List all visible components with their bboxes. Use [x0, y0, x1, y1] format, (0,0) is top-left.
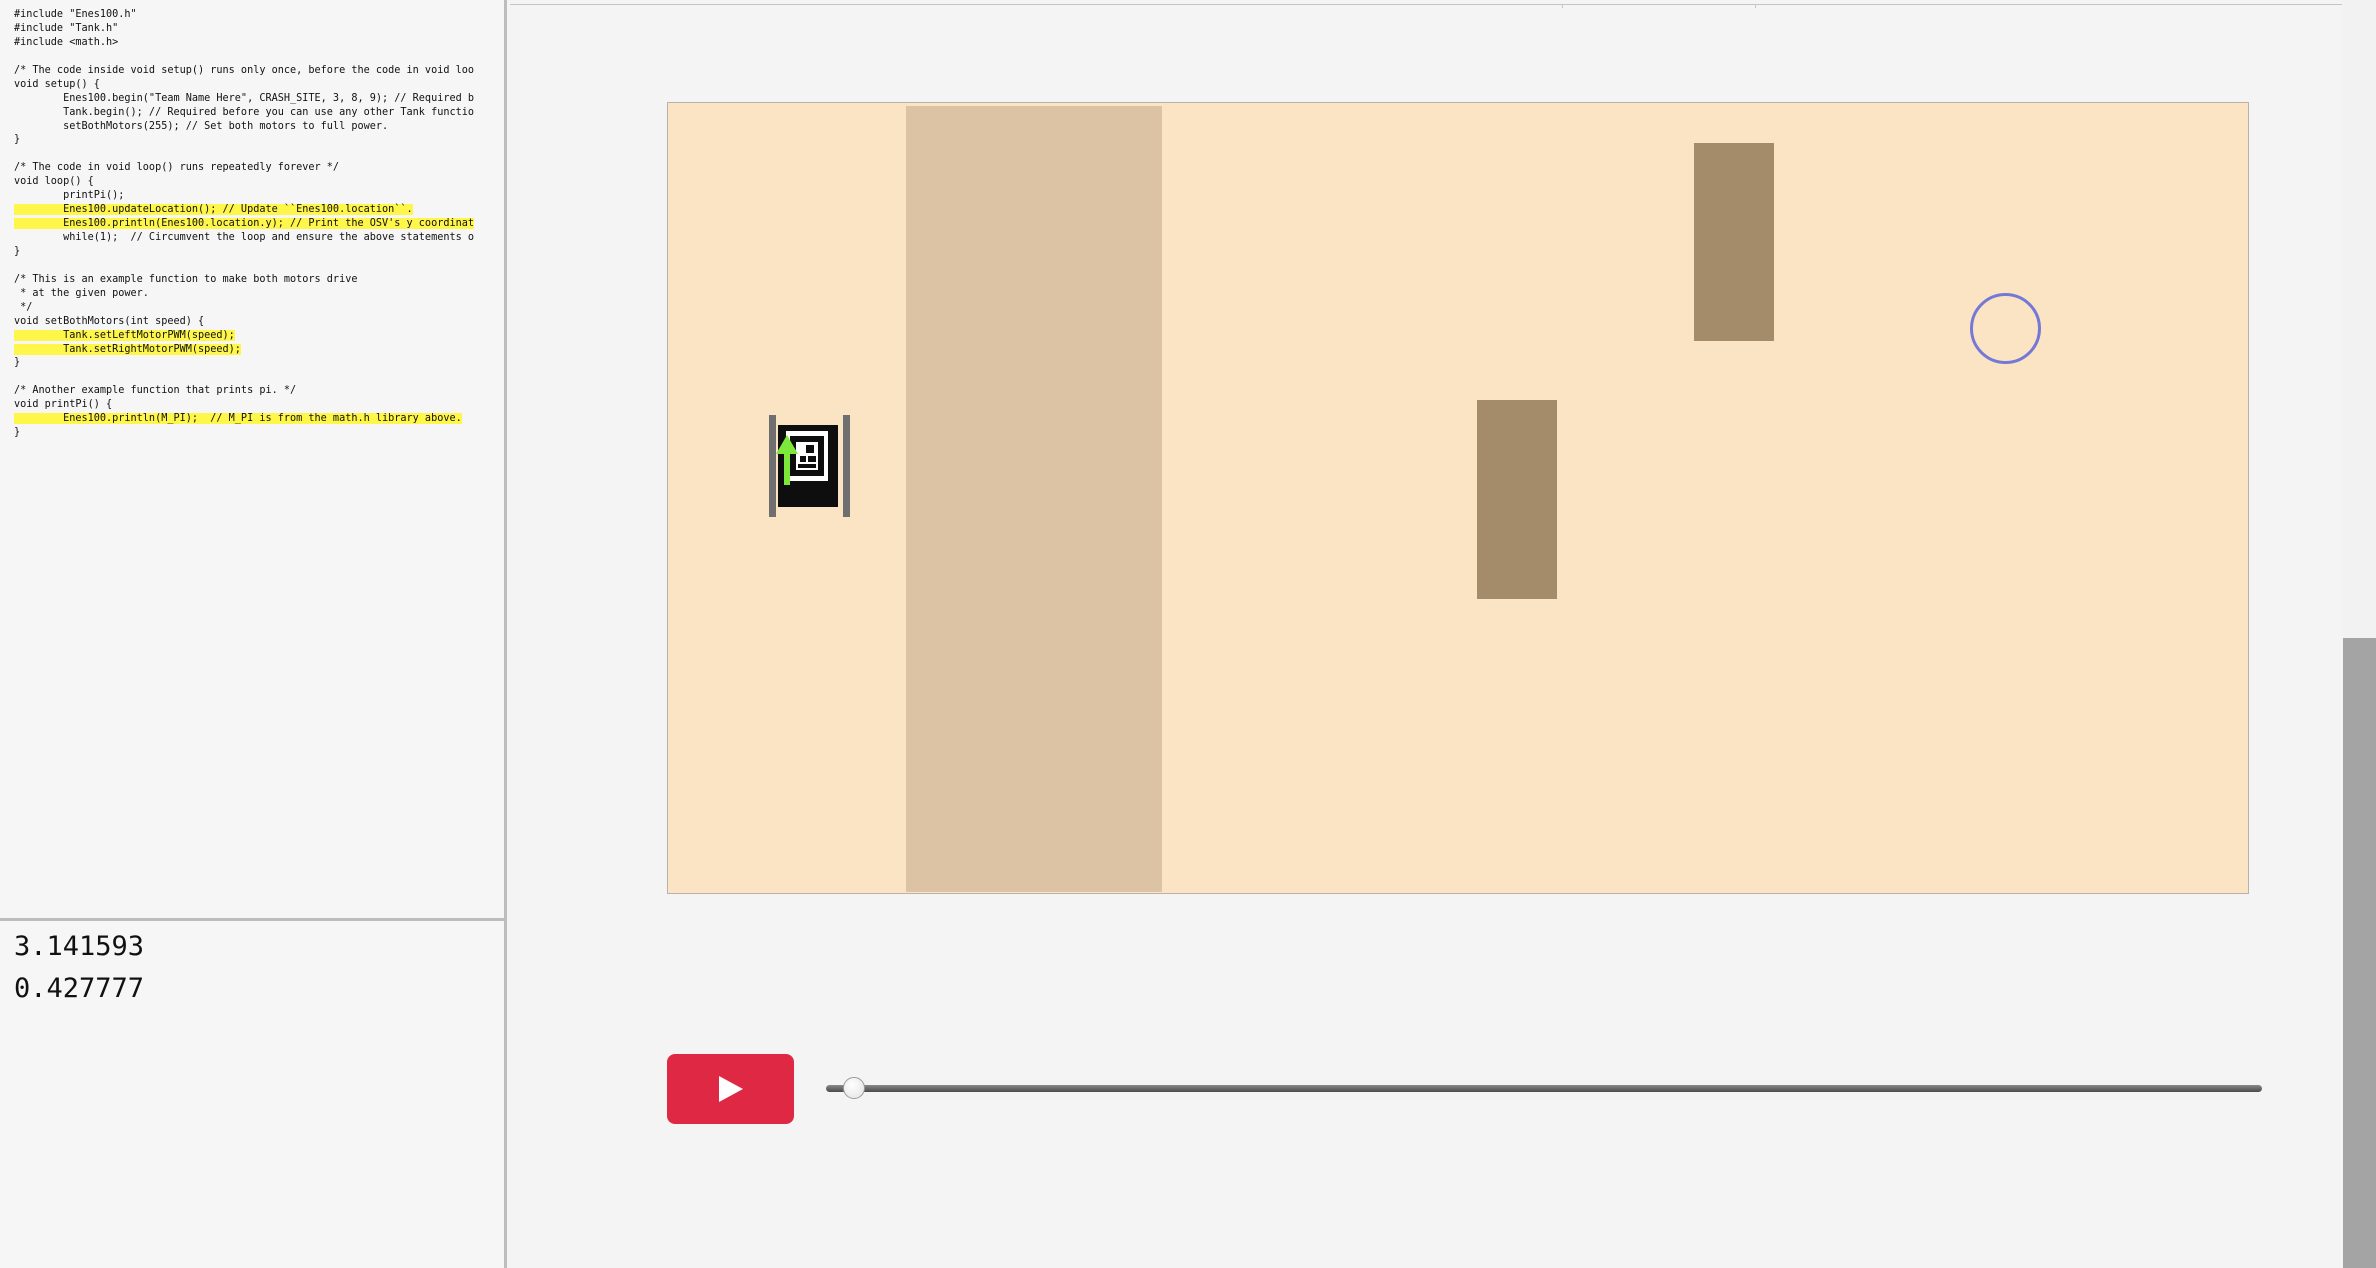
- code-line: void printPi() {: [14, 398, 474, 412]
- code-line-text: /* The code in void loop() runs repeated…: [14, 162, 340, 174]
- output-line: 0.427777: [14, 973, 145, 1004]
- code-line-text: Enes100.println(Enes100.location.y); // …: [14, 218, 474, 230]
- code-line-text: Tank.setLeftMotorPWM(speed);: [14, 329, 235, 341]
- code-line-text: void setup() {: [14, 78, 100, 90]
- playback-slider-thumb[interactable]: [843, 1077, 866, 1099]
- output-line: 3.141593: [14, 931, 145, 962]
- top-divider-tick: [1562, 4, 1563, 8]
- code-line-text: }: [14, 357, 21, 369]
- code-line: #include "Enes100.h": [14, 8, 474, 22]
- code-line: /* The code inside void setup() runs onl…: [14, 64, 474, 78]
- obstacle: [1477, 400, 1557, 599]
- arena: [667, 102, 2249, 894]
- code-line: #include <math.h>: [14, 36, 474, 50]
- code-line: void setBothMotors(int speed) {: [14, 315, 474, 329]
- code-line-text: void loop() {: [14, 176, 94, 188]
- code-line-highlighted: Tank.setLeftMotorPWM(speed);: [14, 329, 474, 343]
- scrollbar-thumb[interactable]: [2343, 638, 2376, 1268]
- code-line: printPi();: [14, 189, 474, 203]
- code-line-highlighted: Enes100.println(Enes100.location.y); // …: [14, 217, 474, 231]
- code-line-text: */: [14, 301, 33, 313]
- play-icon: [719, 1076, 743, 1102]
- code-line-text: #include "Tank.h": [14, 22, 119, 34]
- code-line-text: Enes100.println(M_PI); // M_PI is from t…: [14, 413, 462, 425]
- code-line: /* The code in void loop() runs repeated…: [14, 161, 474, 175]
- code-line-text: void setBothMotors(int speed) {: [14, 315, 205, 327]
- code-line: }: [14, 245, 474, 259]
- code-line-text: /* The code inside void setup() runs onl…: [14, 64, 474, 76]
- code-line: void setup() {: [14, 78, 474, 92]
- code-line-text: Enes100.begin("Team Name Here", CRASH_SI…: [14, 92, 474, 104]
- code-line-text: #include <math.h>: [14, 36, 119, 48]
- code-line-text: * at the given power.: [14, 287, 149, 299]
- code-line: * at the given power.: [14, 287, 474, 301]
- code-line: */: [14, 301, 474, 315]
- code-line-text: #include "Enes100.h": [14, 9, 137, 20]
- code-line-highlighted: Enes100.updateLocation(); // Update ``En…: [14, 203, 474, 217]
- play-button[interactable]: [667, 1054, 794, 1124]
- code-line-text: /* This is an example function to make b…: [14, 273, 358, 285]
- code-line-text: printPi();: [14, 190, 125, 202]
- left-panel: #include "Enes100.h" #include "Tank.h" #in…: [0, 0, 507, 1268]
- code-line-text: while(1); // Circumvent the loop and ens…: [14, 232, 474, 243]
- code-line-text: }: [14, 245, 21, 257]
- obstacle: [1694, 143, 1774, 341]
- code-line-text: Tank.begin(); // Required before you can…: [14, 106, 474, 118]
- code-line-text: }: [14, 427, 21, 439]
- code-line: Tank.begin(); // Required before you can…: [14, 106, 474, 120]
- code-line-text: setBothMotors(255); // Set both motors t…: [14, 120, 389, 132]
- playback-slider[interactable]: [826, 1085, 2262, 1092]
- code-line-text: Enes100.updateLocation(); // Update ``En…: [14, 204, 413, 216]
- heading-arrow-icon: [776, 435, 798, 485]
- code-line: while(1); // Circumvent the loop and ens…: [14, 231, 474, 245]
- code-line-highlighted: Enes100.println(M_PI); // M_PI is from t…: [14, 412, 474, 426]
- code-editor[interactable]: #include "Enes100.h" #include "Tank.h" #in…: [0, 0, 504, 918]
- mission-zone: [906, 106, 1162, 892]
- code-line: Enes100.begin("Team Name Here", CRASH_SI…: [14, 92, 474, 106]
- code-line: }: [14, 426, 474, 440]
- code-line: }: [14, 133, 474, 147]
- code-line: setBothMotors(255); // Set both motors t…: [14, 120, 474, 134]
- right-tread: [843, 415, 850, 517]
- top-divider-tick: [1755, 4, 1756, 8]
- code-line: #include "Tank.h": [14, 22, 474, 36]
- code-line: /* Another example function that prints …: [14, 384, 474, 398]
- panel-divider[interactable]: [0, 918, 507, 921]
- osv-robot: [769, 415, 851, 519]
- top-divider: [510, 4, 2342, 8]
- code-line: /* This is an example function to make b…: [14, 273, 474, 287]
- code-line-text: }: [14, 134, 21, 146]
- code-line-text: Tank.setRightMotorPWM(speed);: [14, 343, 241, 355]
- serial-output: 3.141593 0.427777: [14, 926, 144, 1010]
- code-lines: #include "Enes100.h" #include "Tank.h" #in…: [14, 8, 474, 440]
- destination-marker: [1970, 293, 2041, 364]
- code-line: }: [14, 356, 474, 370]
- code-line-text: /* Another example function that prints …: [14, 385, 297, 397]
- code-line-highlighted: Tank.setRightMotorPWM(speed);: [14, 343, 474, 357]
- code-line-text: void printPi() {: [14, 399, 113, 411]
- code-line: void loop() {: [14, 175, 474, 189]
